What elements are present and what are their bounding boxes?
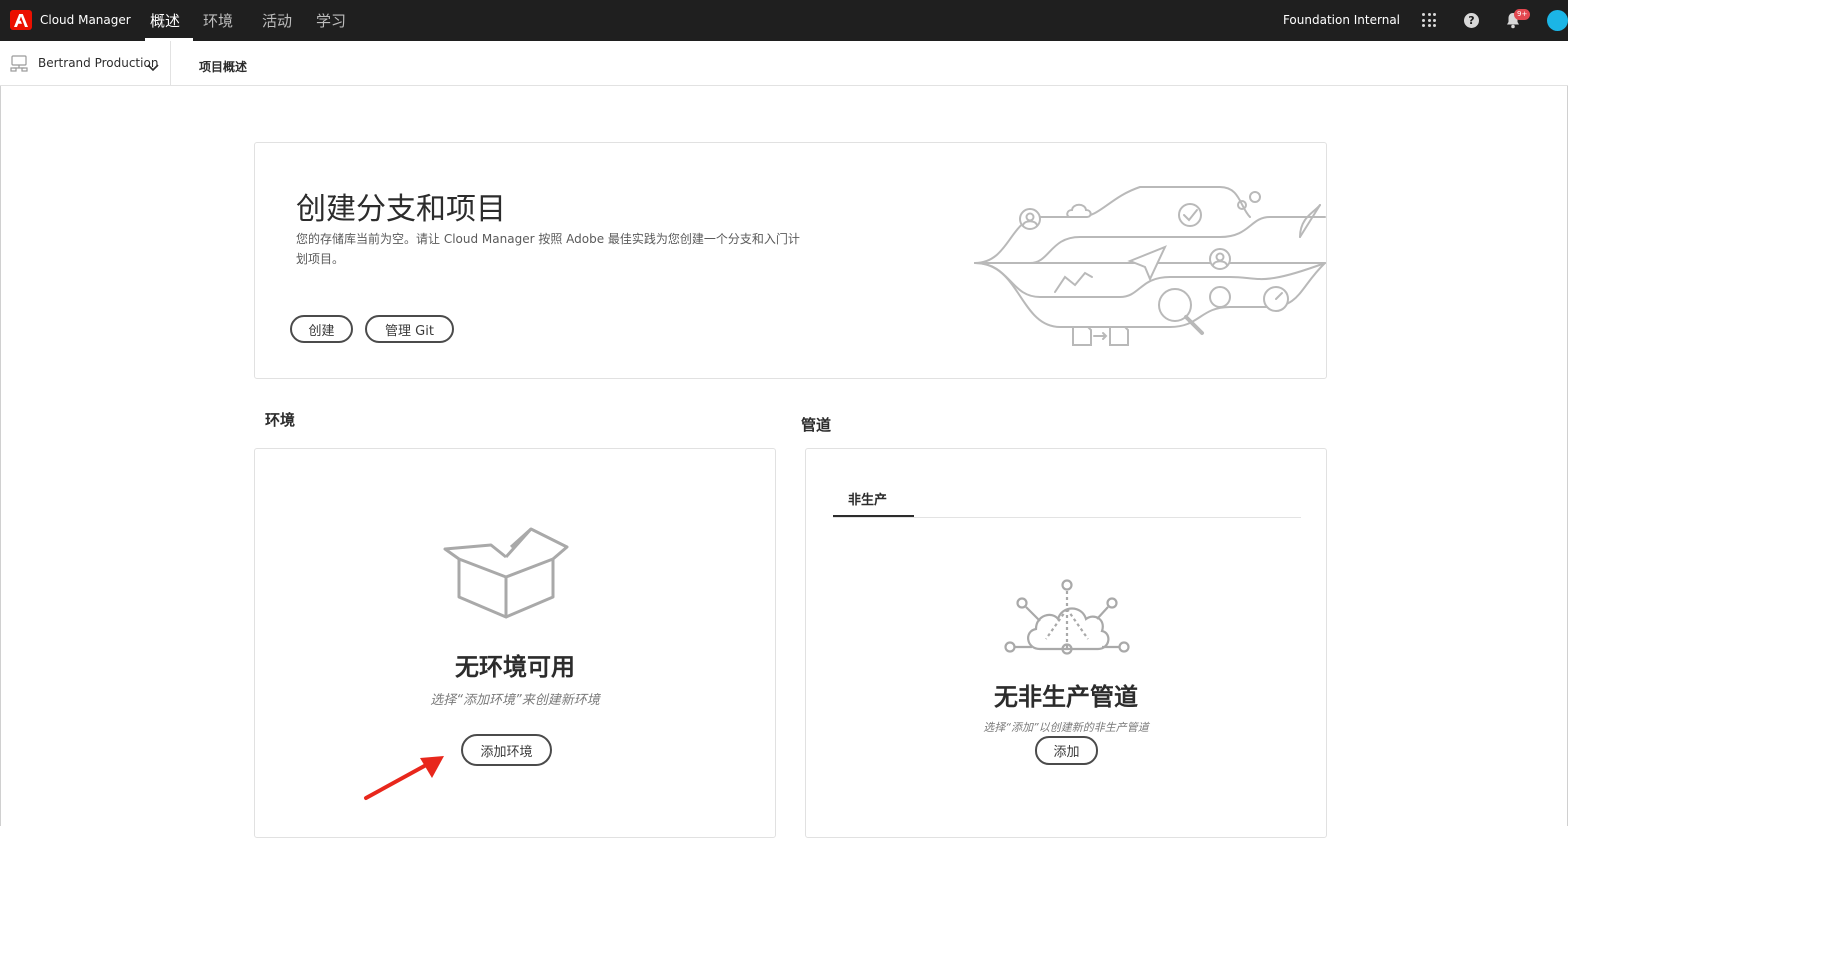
program-switcher[interactable]: Bertrand Production xyxy=(0,41,171,85)
tab-activity[interactable]: 活动 xyxy=(262,10,292,31)
create-button[interactable]: 创建 xyxy=(290,315,353,343)
workflow-illustration xyxy=(974,186,1326,346)
help-icon[interactable]: ? xyxy=(1464,13,1479,28)
app-title[interactable]: Cloud Manager xyxy=(40,13,131,27)
hero-description: 您的存储库当前为空。请让 Cloud Manager 按照 Adobe 最佳实践… xyxy=(296,232,800,266)
program-name: Bertrand Production xyxy=(38,56,159,70)
active-tab-indicator xyxy=(833,515,914,517)
pipelines-card: 非生产 无非生产管道 选择“添加”以创建新的非生产管道 添加 xyxy=(805,448,1327,838)
environments-section-label: 环境 xyxy=(265,411,296,429)
page-title: 项目概述 xyxy=(199,60,248,74)
create-branch-card: 创建分支和项目 您的存储库当前为空。请让 Cloud Manager 按照 Ad… xyxy=(254,142,1327,379)
environments-empty-subtitle: 选择“添加环境”来创建新环境 xyxy=(430,693,600,708)
environments-empty-title: 无环境可用 xyxy=(455,653,575,681)
add-environment-button[interactable]: 添加环境 xyxy=(461,734,552,766)
sub-header: Bertrand Production 项目概述 xyxy=(0,41,1568,86)
hero-title: 创建分支和项目 xyxy=(296,192,506,227)
apps-grid-icon[interactable] xyxy=(1422,13,1436,27)
tab-overview[interactable]: 概述 xyxy=(150,10,180,31)
top-nav: Cloud Manager 概述 环境 活动 学习 Foundation Int… xyxy=(0,0,1568,41)
tab-non-production[interactable]: 非生产 xyxy=(848,489,887,508)
adobe-logo-icon[interactable] xyxy=(10,10,32,30)
environments-card: 无环境可用 选择“添加环境”来创建新环境 添加环境 xyxy=(254,448,776,838)
cloud-network-icon xyxy=(1004,579,1130,655)
avatar[interactable] xyxy=(1547,10,1568,31)
manage-git-button[interactable]: 管理 Git xyxy=(365,315,454,343)
pipelines-empty-subtitle: 选择“添加”以创建新的非生产管道 xyxy=(983,721,1149,734)
pipeline-tabs: 非生产 xyxy=(833,485,1301,518)
add-pipeline-button[interactable]: 添加 xyxy=(1035,736,1098,765)
program-icon xyxy=(10,55,28,76)
empty-box-icon xyxy=(443,527,569,619)
tab-learn[interactable]: 学习 xyxy=(316,10,346,31)
notification-badge: 9+ xyxy=(1514,9,1531,20)
red-arrow-icon xyxy=(364,756,444,800)
pipelines-empty-title: 无非生产管道 xyxy=(994,683,1138,711)
chevron-down-icon xyxy=(147,57,159,76)
pipelines-section-label: 管道 xyxy=(801,416,832,434)
org-switcher[interactable]: Foundation Internal xyxy=(1283,13,1400,27)
tab-environments[interactable]: 环境 xyxy=(203,10,233,31)
